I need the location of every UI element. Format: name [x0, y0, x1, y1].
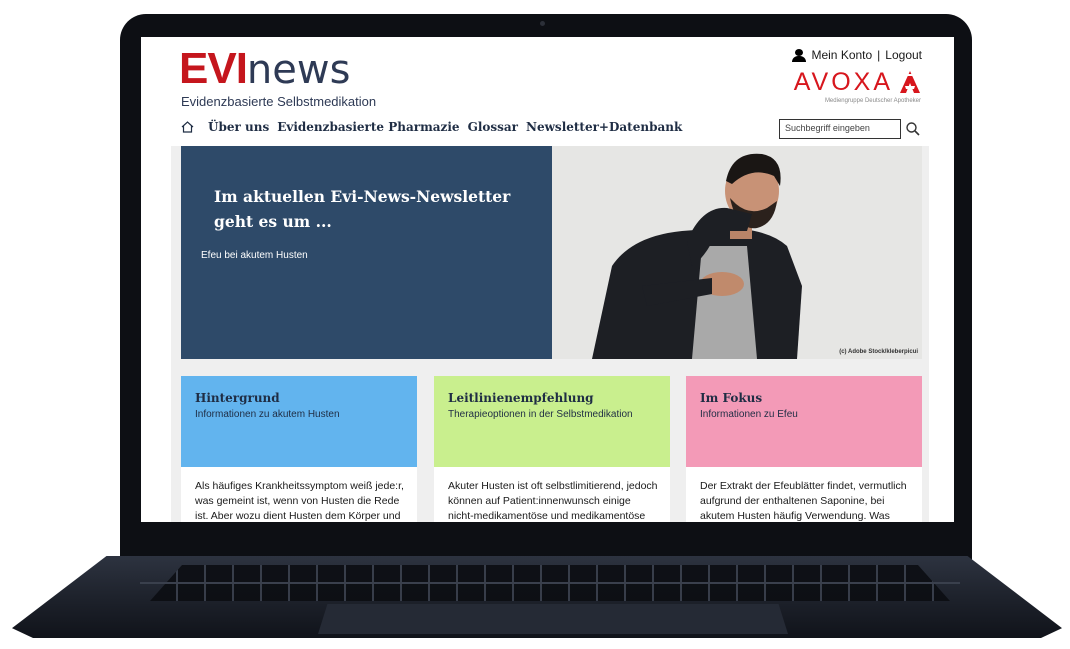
card-hintergrund[interactable]: Hintergrund Informationen zu akutem Hust…	[181, 376, 417, 467]
home-icon[interactable]	[181, 121, 194, 133]
nav-item-glossar[interactable]: Glossar	[468, 120, 518, 134]
card-body-im-fokus: Der Extrakt der Efeublätter findet, verm…	[686, 467, 922, 522]
logout-link[interactable]: Logout	[885, 48, 922, 62]
card-title: Hintergrund	[195, 391, 280, 405]
user-icon	[792, 48, 807, 62]
trackpad	[318, 604, 788, 634]
nav-item-ueber-uns[interactable]: Über uns	[208, 120, 269, 134]
card-im-fokus[interactable]: Im Fokus Informationen zu Efeu	[686, 376, 922, 467]
keyboard-row	[140, 582, 960, 584]
my-account-link[interactable]: Mein Konto	[811, 48, 872, 62]
image-credit: (c) Adobe Stock/kleberpicui	[839, 349, 918, 355]
avoxa-subline: Mediengruppe Deutscher Apotheker	[824, 98, 921, 104]
apotheke-icon	[900, 70, 920, 93]
card-subtitle: Informationen zu akutem Husten	[195, 409, 340, 420]
nav-item-evidenzbasierte-pharmazie[interactable]: Evidenzbasierte Pharmazie	[277, 120, 459, 134]
card-subtitle: Therapieoptionen in der Selbstmedikation	[448, 409, 633, 420]
account-links: Mein Konto | Logout	[792, 48, 922, 62]
card-title: Leitlinienempfehlung	[448, 391, 594, 405]
browser-viewport: EVInews Evidenzbasierte Selbstmedikation…	[141, 37, 954, 522]
avoxa-logo[interactable]: AVOXA Mediengruppe Deutscher Apotheker	[794, 68, 921, 104]
card-text: Akuter Husten ist oft selbstlimitierend,…	[448, 480, 658, 522]
webcam	[540, 21, 545, 26]
search-icon[interactable]	[905, 121, 921, 137]
hero-image: (c) Adobe Stock/kleberpicui	[552, 146, 922, 359]
logo-news-text: news	[246, 47, 351, 93]
card-leitlinienempfehlung[interactable]: Leitlinienempfehlung Therapieoptionen in…	[434, 376, 670, 467]
card-body-leitlinienempfehlung: Akuter Husten ist oft selbstlimitierend,…	[434, 467, 670, 522]
coughing-man-photo	[552, 146, 922, 359]
card-text: Der Extrakt der Efeublätter findet, verm…	[700, 480, 907, 522]
logo-tagline: Evidenzbasierte Selbstmedikation	[181, 94, 377, 109]
card-body-hintergrund: Als häufiges Krankheitssymptom weiß jede…	[181, 467, 417, 522]
hero-banner[interactable]: Im aktuellen Evi-News-Newsletter geht es…	[181, 146, 552, 359]
nav-item-newsletter-datenbank[interactable]: Newsletter+Datenbank	[526, 120, 682, 134]
card-title: Im Fokus	[700, 391, 763, 405]
evinews-logo[interactable]: EVInews	[179, 44, 350, 94]
main-navigation: Über uns Evidenzbasierte Pharmazie Gloss…	[181, 120, 682, 134]
hero-title: Im aktuellen Evi-News-Newsletter geht es…	[214, 187, 511, 231]
hero-subtitle[interactable]: Efeu bei akutem Husten	[201, 250, 308, 261]
card-subtitle: Informationen zu Efeu	[700, 409, 798, 420]
link-separator: |	[877, 48, 881, 62]
card-text: Als häufiges Krankheitssymptom weiß jede…	[195, 480, 404, 522]
avoxa-wordmark: AVOXA	[793, 68, 893, 96]
logo-evi-text: EVI	[179, 44, 248, 93]
search-input[interactable]: Suchbegriff eingeben	[779, 119, 901, 139]
